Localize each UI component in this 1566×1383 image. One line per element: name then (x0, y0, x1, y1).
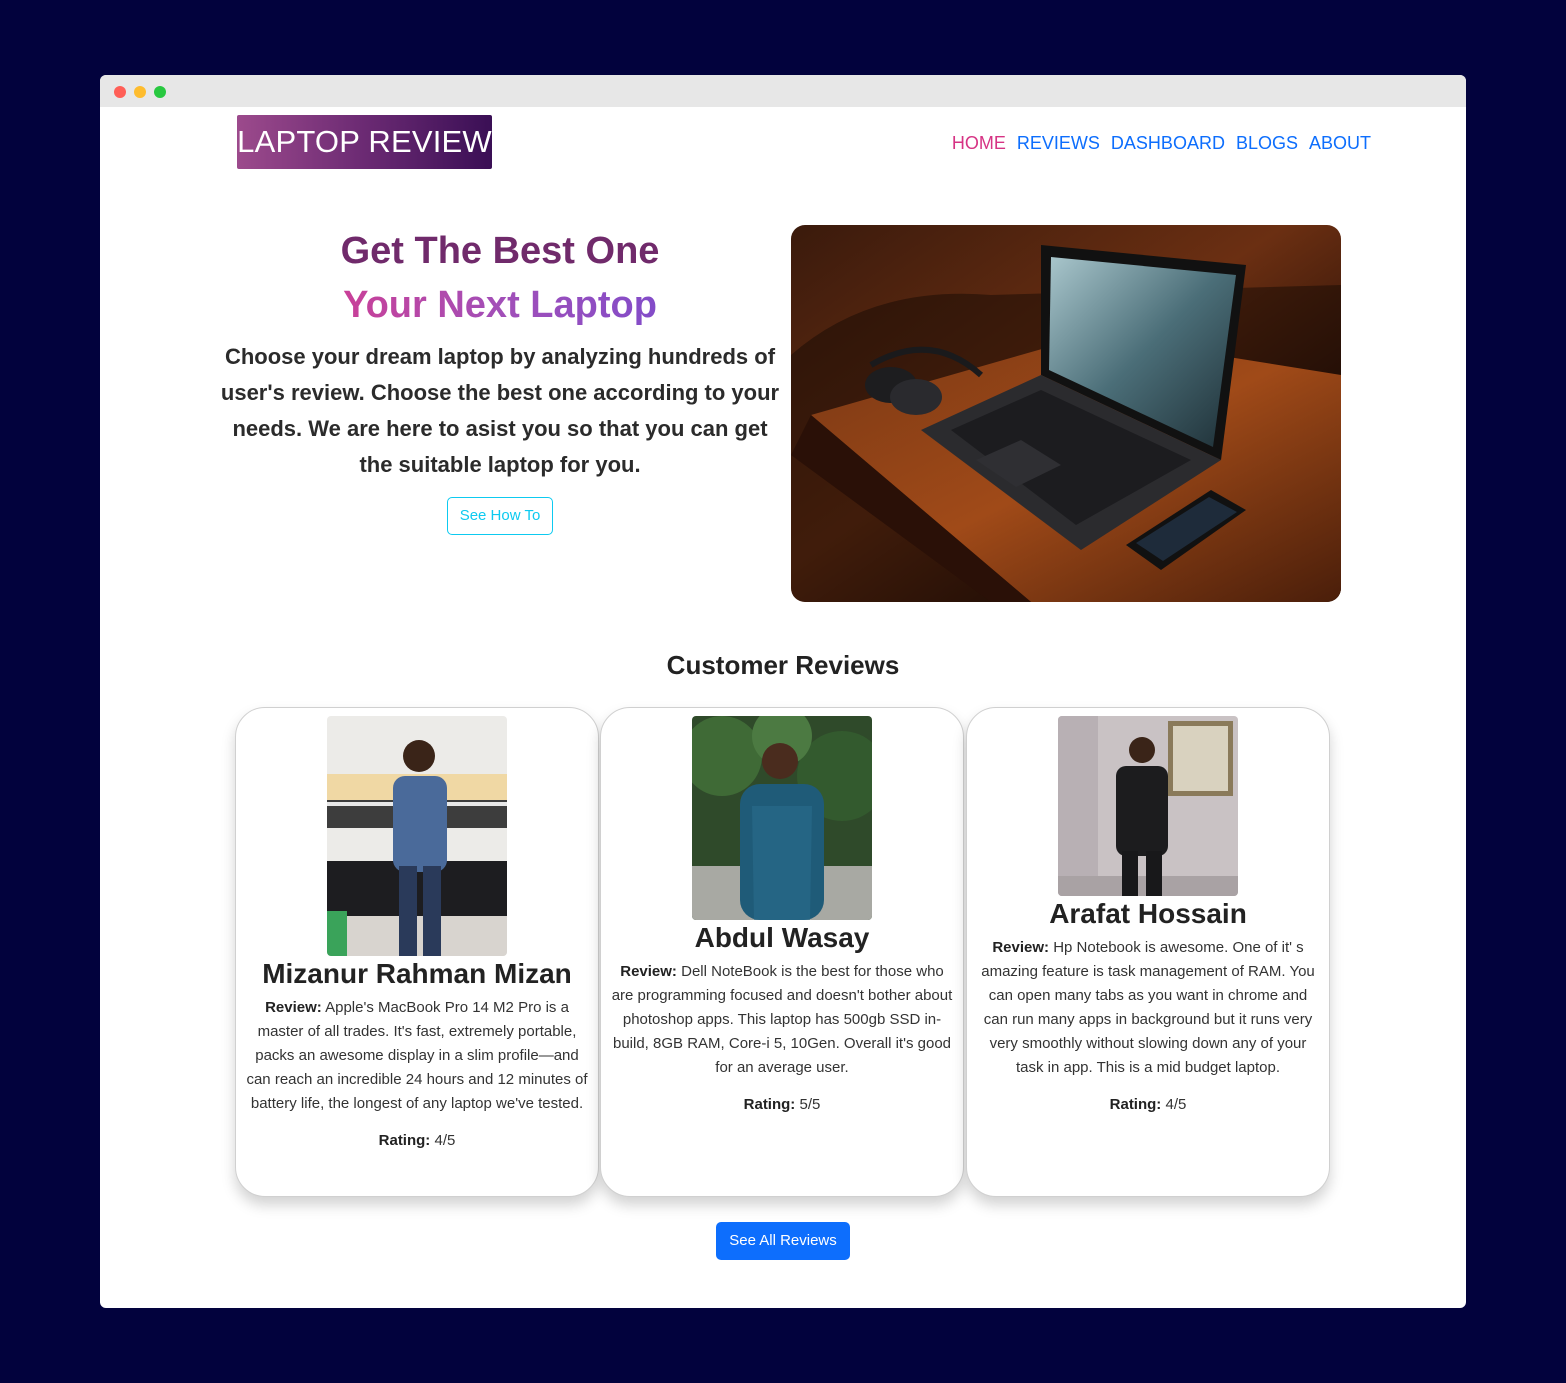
window-titlebar (100, 75, 1466, 107)
rating-value: 4/5 (1165, 1096, 1187, 1113)
review-card: Mizanur Rahman Mizan Review: Apple's Mac… (235, 707, 599, 1197)
browser-window: LAPTOP REVIEW HOME REVIEWS DASHBOARD BLO… (100, 75, 1466, 1308)
review-label: Review: (992, 939, 1050, 956)
reviewer-photo (327, 716, 507, 956)
review-text: Review: Apple's MacBook Pro 14 M2 Pro is… (246, 996, 588, 1116)
nav-home-link[interactable]: HOME (952, 133, 1006, 154)
review-label: Review: (265, 999, 322, 1016)
reviewer-name: Abdul Wasay (694, 922, 870, 953)
review-text: Review: Hp Notebook is awesome. One of i… (977, 936, 1319, 1080)
hero-subtitle: Your Next Laptop (220, 277, 780, 333)
rating-label: Rating: (378, 1132, 431, 1149)
reviewer-name: Mizanur Rahman Mizan (262, 958, 572, 989)
rating-label: Rating: (743, 1096, 796, 1113)
nav-blogs-link[interactable]: BLOGS (1236, 133, 1298, 154)
minimize-window-icon[interactable] (134, 86, 146, 98)
customer-reviews-title: Customer Reviews (666, 650, 900, 680)
review-card: Arafat Hossain Review: Hp Notebook is aw… (966, 707, 1330, 1197)
rating: Rating: 4/5 (967, 1096, 1329, 1113)
hero-section: Get The Best One Your Next Laptop Choose… (220, 225, 780, 535)
hero-description: Choose your dream laptop by analyzing hu… (220, 344, 780, 477)
nav-about-link[interactable]: ABOUT (1309, 133, 1371, 154)
rating: Rating: 4/5 (236, 1132, 598, 1149)
reviewer-photo (1058, 716, 1238, 896)
reviewer-photo (692, 716, 872, 920)
review-text: Review: Dell NoteBook is the best for th… (611, 960, 953, 1080)
rating-value: 4/5 (434, 1132, 456, 1149)
hero-title: Get The Best One (340, 230, 660, 272)
hero-laptop-image (791, 225, 1341, 602)
rating: Rating: 5/5 (601, 1096, 963, 1113)
main-nav: HOME REVIEWS DASHBOARD BLOGS ABOUT (952, 133, 1371, 154)
reviewer-name: Arafat Hossain (1049, 898, 1247, 929)
close-window-icon[interactable] (114, 86, 126, 98)
nav-reviews-link[interactable]: REVIEWS (1017, 133, 1100, 154)
see-how-to-button[interactable]: See How To (446, 497, 554, 535)
site-logo[interactable]: LAPTOP REVIEW (237, 115, 492, 169)
see-all-reviews-button[interactable]: See All Reviews (716, 1222, 850, 1260)
rating-value: 5/5 (799, 1096, 821, 1113)
nav-dashboard-link[interactable]: DASHBOARD (1111, 133, 1225, 154)
maximize-window-icon[interactable] (154, 86, 166, 98)
review-label: Review: (620, 963, 677, 980)
rating-label: Rating: (1109, 1096, 1162, 1113)
review-card: Abdul Wasay Review: Dell NoteBook is the… (600, 707, 964, 1197)
review-body: Hp Notebook is awesome. One of it' s ama… (981, 939, 1315, 1076)
